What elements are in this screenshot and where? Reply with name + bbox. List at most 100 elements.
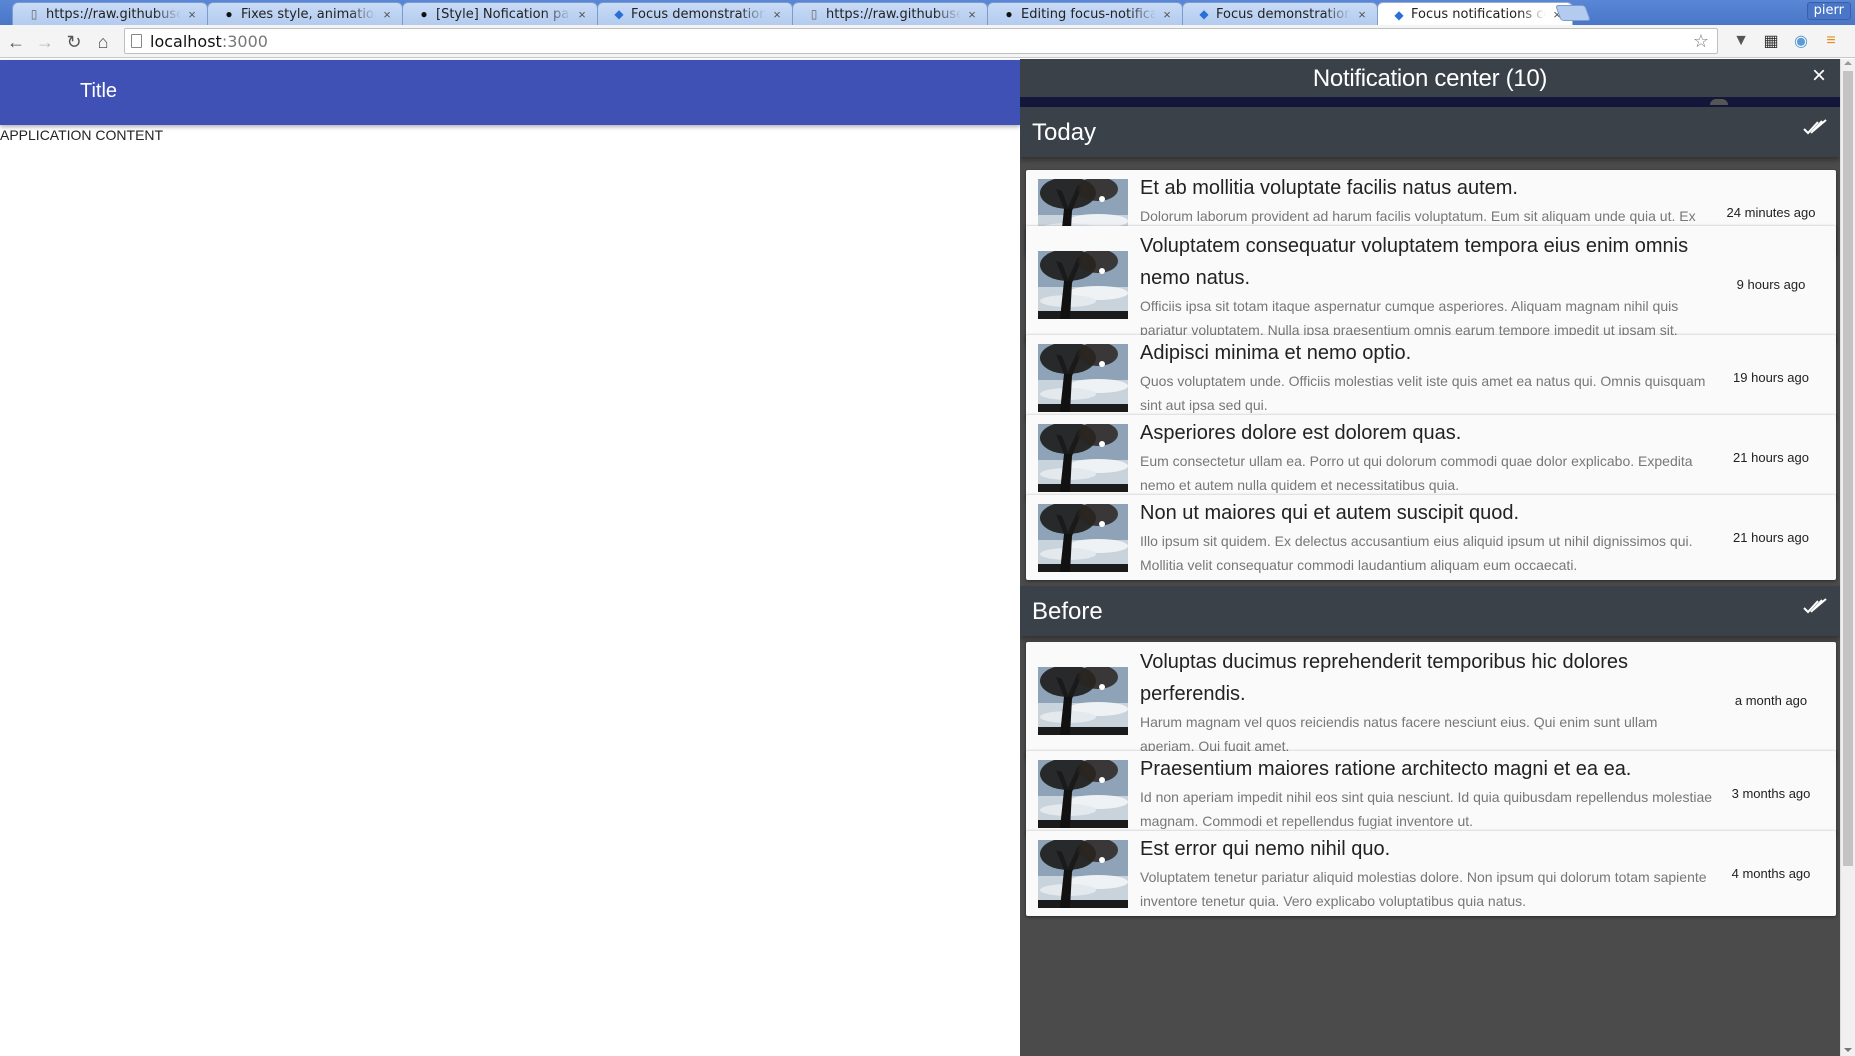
tab-close-icon[interactable]: ×: [185, 7, 199, 22]
notification-title: Non ut maiores qui et autem suscipit quo…: [1140, 502, 1520, 524]
notification-time: 24 minutes ago: [1726, 205, 1816, 220]
notification-time: 21 hours ago: [1733, 450, 1809, 465]
notification-card[interactable]: Est error qui nemo nihil quo. Voluptatem …: [1026, 831, 1836, 916]
browser-toolbar: ← → ↻ ⌂ localhost:3000 ☆ ▼ ▦ ◉ ≡: [0, 25, 1855, 58]
notification-thumbnail: [1038, 504, 1128, 572]
forward-button[interactable]: →: [34, 31, 56, 53]
github-icon: ●: [225, 7, 233, 21]
notification-text: Quos voluptatem unde. Officiis molestias…: [1140, 373, 1706, 413]
app-header: Title: [0, 60, 1020, 125]
notification-title: Est error qui nemo nihil quo.: [1140, 838, 1391, 860]
notification-text: Illo ipsum sit quidem. Ex delectus accus…: [1140, 533, 1693, 573]
tab-close-icon[interactable]: ×: [1160, 7, 1174, 22]
notification-body: Adipisci minima et nemo optio. Quos volup…: [1140, 337, 1715, 417]
notification-card[interactable]: Voluptas ducimus reprehenderit temporibu…: [1026, 642, 1836, 759]
mark-all-read-icon[interactable]: [1802, 596, 1828, 616]
notification-text: Id non aperiam impedit nihil eos sint qu…: [1140, 789, 1713, 829]
section-label: Today: [1032, 119, 1097, 146]
notification-text: Voluptatem tenetur pariatur aliquid mole…: [1140, 869, 1707, 909]
address-host: localhost: [150, 31, 222, 51]
page-icon: [131, 34, 142, 48]
app-title: Title: [80, 80, 118, 102]
home-button[interactable]: ⌂: [92, 31, 114, 53]
notification-thumbnail: [1038, 344, 1128, 412]
notification-time: 3 months ago: [1731, 786, 1811, 801]
browser-tab[interactable]: ◆ Focus demonstration ×: [597, 2, 793, 25]
section-header-today: Today: [1020, 107, 1840, 157]
bell-icon: [1710, 99, 1728, 105]
app-icon: ◆: [1394, 7, 1404, 22]
scroll-up-arrow-icon[interactable]: [1844, 61, 1852, 65]
reload-button[interactable]: ↻: [63, 31, 85, 53]
section-label: Before: [1032, 598, 1103, 625]
browser-tab[interactable]: ▯ https://raw.githubusercontent.com ×: [12, 2, 208, 25]
notification-title: Voluptas ducimus reprehenderit temporibu…: [1140, 651, 1629, 705]
notification-card[interactable]: Praesentium maiores ratione architecto m…: [1026, 751, 1836, 836]
scrollbar-thumb[interactable]: [1843, 71, 1853, 866]
notification-title: Asperiores dolore est dolorem quas.: [1140, 422, 1462, 444]
notification-title: Praesentium maiores ratione architecto m…: [1140, 758, 1632, 780]
scroll-down-arrow-icon[interactable]: [1844, 1048, 1852, 1052]
notification-body: Est error qui nemo nihil quo. Voluptatem …: [1140, 833, 1715, 913]
tab-close-icon[interactable]: ×: [575, 7, 589, 22]
notification-time: a month ago: [1734, 693, 1808, 708]
tab-close-icon[interactable]: ×: [380, 7, 394, 22]
tab-close-icon[interactable]: ×: [965, 7, 979, 22]
browser-tab[interactable]: ◆ Focus demonstration ×: [1182, 2, 1378, 25]
browser-tab[interactable]: ● Fixes style, animations ×: [207, 2, 403, 25]
notification-title: Voluptatem consequatur voluptatem tempor…: [1140, 235, 1689, 289]
notification-title: Et ab mollitia voluptate facilis natus a…: [1140, 177, 1518, 199]
bookmark-star-icon[interactable]: ☆: [1693, 31, 1709, 52]
app-icon: ◆: [1199, 7, 1209, 21]
notification-center-title: Notification center (10): [1312, 65, 1548, 92]
profile-button[interactable]: pierr: [1806, 2, 1851, 20]
browser-tab[interactable]: ● [Style] Nofication panel ×: [402, 2, 598, 25]
tab-close-icon[interactable]: ×: [770, 7, 784, 22]
panel-scrollbar[interactable]: [1840, 59, 1855, 1056]
notification-thumbnail: [1038, 667, 1128, 735]
tab-title: https://raw.githubusercontent.com: [826, 6, 961, 22]
tab-title: [Style] Nofication panel: [436, 6, 571, 22]
new-tab-button[interactable]: [1555, 5, 1591, 21]
notification-body: Voluptas ducimus reprehenderit temporibu…: [1140, 646, 1715, 758]
close-icon[interactable]: ×: [1808, 64, 1830, 88]
tab-title: Editing focus-notifications: [1021, 6, 1156, 22]
address-bar[interactable]: localhost:3000 ☆: [124, 28, 1718, 54]
notification-center-header: Notification center (10) ×: [1020, 59, 1840, 97]
film-icon[interactable]: ▦: [1760, 30, 1782, 52]
notification-text: Eum consectetur ullam ea. Porro ut qui d…: [1140, 453, 1693, 493]
mark-all-read-icon[interactable]: [1802, 117, 1828, 137]
browser-tab[interactable]: ▯ https://raw.githubusercontent.com ×: [792, 2, 988, 25]
notification-body: Asperiores dolore est dolorem quas. Eum c…: [1140, 417, 1715, 497]
notification-card[interactable]: Asperiores dolore est dolorem quas. Eum c…: [1026, 415, 1836, 500]
tab-title: Focus demonstration: [1216, 6, 1351, 22]
notification-card[interactable]: Voluptatem consequatur voluptatem tempor…: [1026, 226, 1836, 343]
camera-icon[interactable]: ◉: [1790, 30, 1812, 52]
page-icon: ▯: [810, 7, 818, 21]
tab-title: Fixes style, animations: [241, 6, 376, 22]
notification-body: Praesentium maiores ratione architecto m…: [1140, 753, 1715, 833]
browser-tab[interactable]: ● Editing focus-notifications ×: [987, 2, 1183, 25]
notification-body: Voluptatem consequatur voluptatem tempor…: [1140, 230, 1715, 342]
notification-time: 9 hours ago: [1736, 277, 1806, 292]
menu-icon[interactable]: ≡: [1820, 30, 1842, 52]
page-icon: ▯: [30, 7, 38, 21]
notification-thumbnail: [1038, 424, 1128, 492]
notification-title: Adipisci minima et nemo optio.: [1140, 342, 1412, 364]
app-icon: ◆: [614, 7, 624, 21]
notification-thumbnail: [1038, 840, 1128, 908]
notification-thumbnail: [1038, 760, 1128, 828]
tab-title: Focus demonstration: [631, 6, 766, 22]
browser-tab[interactable]: ◆Focus notifications center×: [1377, 2, 1573, 26]
notification-card[interactable]: Adipisci minima et nemo optio. Quos volup…: [1026, 335, 1836, 420]
notification-time: 4 months ago: [1731, 866, 1811, 881]
back-button[interactable]: ←: [5, 31, 27, 53]
tab-strip: ◆ Focus notifications center × ◆ Focus demon…: [0, 0, 1855, 26]
notification-card[interactable]: Non ut maiores qui et autem suscipit quo…: [1026, 495, 1836, 580]
pocket-icon[interactable]: ▼: [1730, 30, 1752, 52]
github-icon: ●: [420, 7, 428, 21]
notification-time: 21 hours ago: [1733, 530, 1809, 545]
application-content: APPLICATION CONTENT: [0, 127, 164, 143]
notification-thumbnail: [1038, 251, 1128, 319]
tab-close-icon[interactable]: ×: [1355, 7, 1369, 22]
